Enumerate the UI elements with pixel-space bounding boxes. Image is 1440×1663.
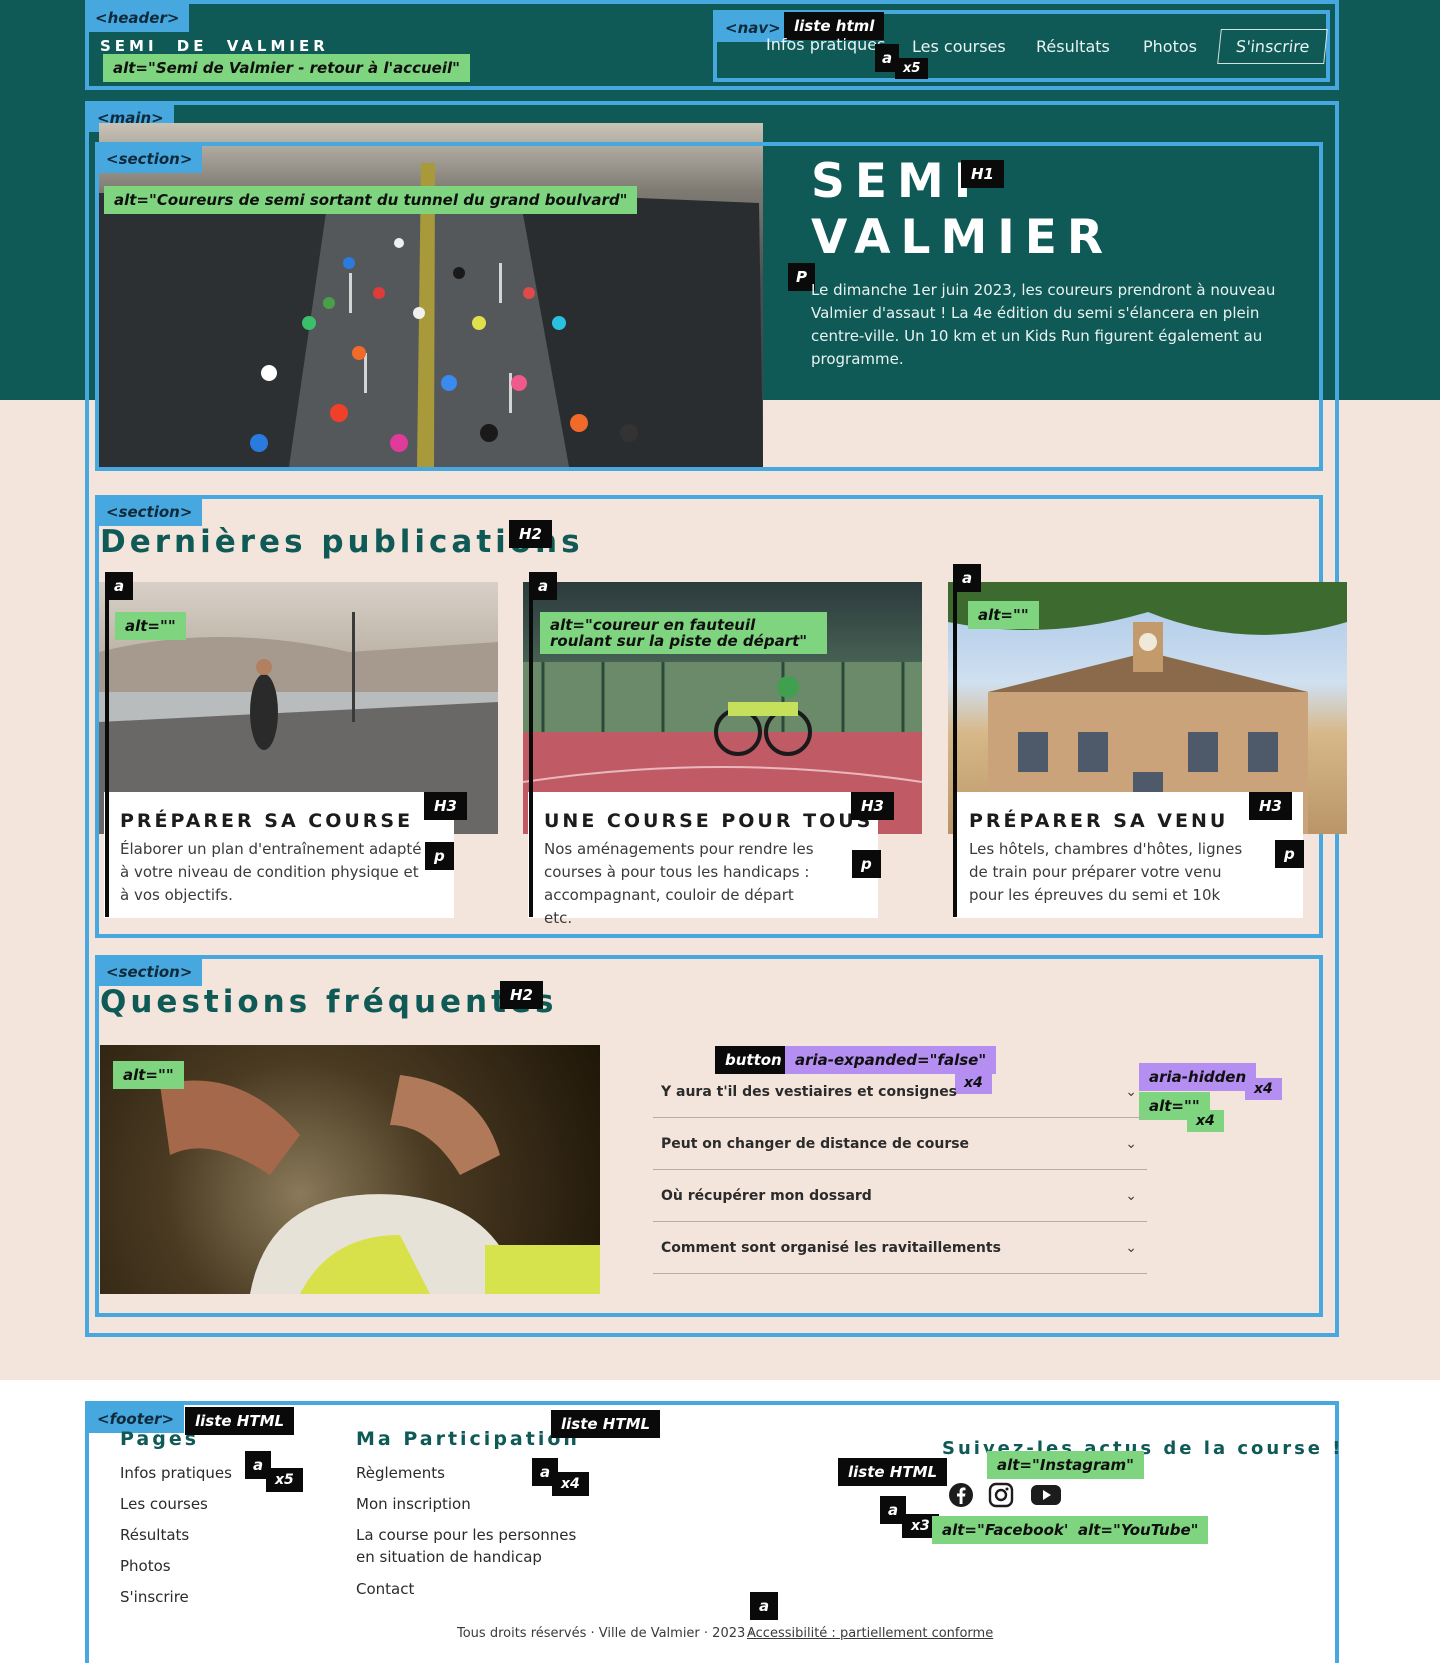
- faq-aria-hidden-tag: aria-hidden: [1139, 1063, 1257, 1091]
- chevron-down-icon: ⌄: [1125, 1187, 1137, 1203]
- nav-a-count: x5: [895, 58, 929, 79]
- site-logo[interactable]: SEMI DE VALMIER: [100, 37, 329, 55]
- copyright-text: Tous droits réservés · Ville de Valmier …: [457, 1626, 754, 1641]
- hero-intro: Le dimanche 1er juin 2023, les coureurs …: [811, 281, 1276, 368]
- card2-a-tag: a: [529, 572, 558, 600]
- faq-question-label: Peut on changer de distance de course: [661, 1136, 970, 1152]
- h1-tag: H1: [961, 160, 1004, 188]
- faq-divider: [653, 1169, 1147, 1170]
- hero-img-alt-tag: alt="Coureurs de semi sortant du tunnel …: [104, 186, 638, 214]
- facebook-link[interactable]: [948, 1482, 974, 1508]
- faq-question-label: Comment sont organisé les ravitaillement…: [661, 1240, 1001, 1256]
- card1-link[interactable]: PRÉPARER SA COURSE Élaborer un plan d'en…: [104, 792, 454, 918]
- youtube-icon: [1031, 1485, 1061, 1505]
- card3-p-tag: p: [1275, 840, 1304, 868]
- footer-pages-a-count: x5: [266, 1468, 303, 1492]
- faq-section-tag: <section>: [96, 958, 203, 986]
- card2-text: Nos aménagements pour rendre les courses…: [544, 840, 814, 927]
- faq-aria-hidden-count: x4: [1245, 1078, 1282, 1100]
- footer-link-infos[interactable]: Infos pratiques: [120, 1462, 232, 1484]
- card2-p-tag: p: [852, 850, 881, 878]
- faq-question-label: Où récupérer mon dossard: [661, 1188, 872, 1204]
- accessibility-a-tag: a: [750, 1592, 779, 1620]
- footer-link-contact[interactable]: Contact: [356, 1578, 414, 1600]
- footer-link-courses[interactable]: Les courses: [120, 1493, 208, 1515]
- accessibility-link[interactable]: Accessibilité : partiellement conforme: [747, 1626, 993, 1641]
- card1-title: PRÉPARER SA COURSE: [120, 810, 414, 832]
- card1-h3-tag: H3: [424, 792, 467, 820]
- card1-a-tag: a: [105, 572, 134, 600]
- card3-alt-tag: alt="": [968, 601, 1039, 629]
- nav-signup-button[interactable]: S'inscrire: [1217, 29, 1329, 64]
- faq-icon-alt-count: x4: [1187, 1110, 1224, 1132]
- header-tag: <header>: [85, 4, 190, 32]
- faq-aria-expanded-tag: aria-expanded="false": [785, 1046, 997, 1074]
- faq-h2-tag: H2: [500, 981, 543, 1009]
- facebook-alt-tag: alt="Facebook": [932, 1516, 1082, 1544]
- faq-divider: [653, 1221, 1147, 1222]
- footer-link-signup[interactable]: S'inscrire: [120, 1586, 189, 1608]
- card1-alt-tag: alt="": [115, 612, 186, 640]
- faq-img-alt-tag: alt="": [113, 1061, 184, 1089]
- card1-p-tag: p: [425, 842, 454, 870]
- card1-text: Élaborer un plan d'entraînement adapté à…: [120, 840, 422, 904]
- nav-link-resultats[interactable]: Résultats: [1036, 37, 1110, 56]
- card3-text: Les hôtels, chambres d'hôtes, lignes de …: [969, 840, 1243, 904]
- footer-social-list-tag: liste HTML: [838, 1458, 948, 1486]
- publications-h2-tag: H2: [509, 520, 552, 548]
- footer-link-reglements[interactable]: Règlements: [356, 1462, 445, 1484]
- card2-h3-tag: H3: [851, 792, 894, 820]
- hero-section-tag: <section>: [96, 145, 203, 173]
- chevron-down-icon: ⌄: [1125, 1083, 1137, 1099]
- nav-link-courses[interactable]: Les courses: [912, 37, 1006, 56]
- card2-link[interactable]: UNE COURSE POUR TOUS Nos aménagements po…: [528, 792, 878, 927]
- page-title-line2: VALMIER: [811, 210, 1114, 265]
- card1-a-bar: [105, 590, 109, 917]
- instagram-alt-tag: alt="Instagram": [987, 1451, 1144, 1479]
- faq-question-1[interactable]: Y aura t'il des vestiaires et consignes …: [653, 1075, 1147, 1117]
- youtube-alt-tag: alt="YouTube": [1068, 1516, 1209, 1544]
- faq-question-4[interactable]: Comment sont organisé les ravitaillement…: [653, 1231, 1147, 1273]
- instagram-icon: [988, 1482, 1014, 1508]
- card3-a-tag: a: [953, 564, 982, 592]
- nav-link-infos[interactable]: Infos pratiques: [766, 35, 885, 54]
- footer-participation-list-tag: liste HTML: [551, 1410, 661, 1438]
- card3-a-bar: [953, 582, 957, 917]
- instagram-link[interactable]: [988, 1482, 1014, 1508]
- footer-participation-title: Ma Participation: [356, 1428, 580, 1450]
- faq-question-label: Y aura t'il des vestiaires et consignes: [661, 1084, 958, 1100]
- footer-pages-list-tag: liste HTML: [185, 1407, 295, 1435]
- footer-link-resultats[interactable]: Résultats: [120, 1524, 189, 1546]
- footer-link-photos[interactable]: Photos: [120, 1555, 171, 1577]
- chevron-down-icon: ⌄: [1125, 1135, 1137, 1151]
- card2-a-bar: [529, 590, 533, 917]
- faq-divider: [653, 1117, 1147, 1118]
- faq-question-2[interactable]: Peut on changer de distance de course ⌄: [653, 1127, 1147, 1169]
- youtube-link[interactable]: [1030, 1484, 1062, 1506]
- card2-title: UNE COURSE POUR TOUS: [544, 810, 874, 832]
- chevron-down-icon: ⌄: [1125, 1239, 1137, 1255]
- nav-link-photos[interactable]: Photos: [1143, 37, 1197, 56]
- faq-divider: [653, 1273, 1147, 1274]
- footer-participation-a-count: x4: [552, 1472, 589, 1496]
- logo-alt-tag: alt="Semi de Valmier - retour à l'accuei…: [103, 54, 470, 82]
- footer-link-inscription[interactable]: Mon inscription: [356, 1493, 471, 1515]
- card3-h3-tag: H3: [1249, 792, 1292, 820]
- card2-alt-tag: alt="coureur en fauteuil roulant sur la …: [540, 612, 827, 654]
- publications-section-tag: <section>: [96, 498, 203, 526]
- faq-button-tag: button: [715, 1046, 792, 1074]
- faq-title: Questions fréquentes: [100, 984, 558, 1020]
- footer-link-handicap[interactable]: La course pour les personnes en situatio…: [356, 1524, 581, 1568]
- facebook-icon: [949, 1483, 973, 1507]
- card3-title: PRÉPARER SA VENU: [969, 810, 1229, 832]
- faq-question-3[interactable]: Où récupérer mon dossard ⌄: [653, 1179, 1147, 1221]
